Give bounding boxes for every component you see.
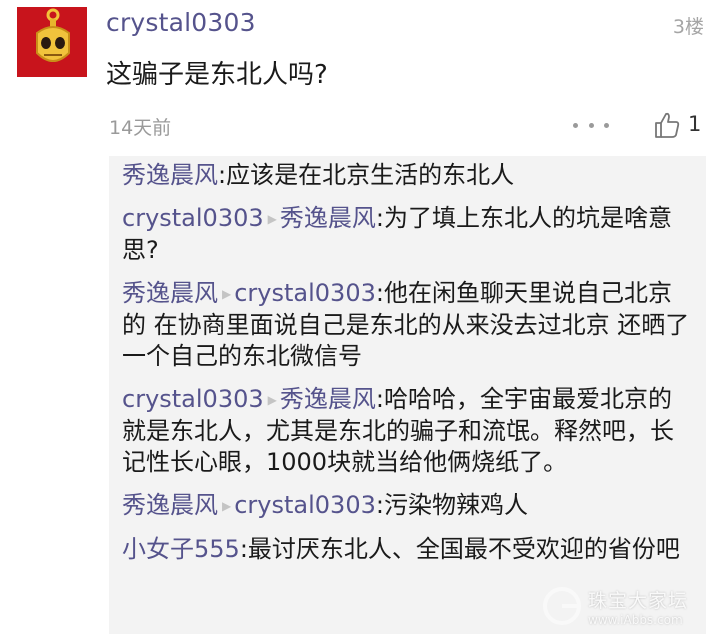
post-time: 14天前 xyxy=(109,117,172,139)
post-username[interactable]: crystal0303 xyxy=(106,8,256,37)
post-content: 这骗子是东北人吗? xyxy=(106,60,328,90)
floor-number: 3楼 xyxy=(672,16,704,38)
reply-author[interactable]: 小女子555 xyxy=(122,535,240,563)
reply-item: crystal0303 ▶ 秀逸晨风:为了填上东北人的坑是啥意思? xyxy=(122,203,692,266)
reply-arrow-icon: ▶ xyxy=(222,287,232,301)
watermark-logo-icon xyxy=(543,587,581,625)
watermark-text: 珠宝大家坛 xyxy=(588,589,689,612)
reply-item: 小女子555:最讨厌东北人、全国最不受欢迎的省份吧 xyxy=(122,534,692,565)
like-count: 1 xyxy=(688,112,702,136)
reply-arrow-icon: ▶ xyxy=(267,393,277,407)
reply-target[interactable]: 秀逸晨风 xyxy=(280,385,376,413)
reply-target[interactable]: crystal0303 xyxy=(234,491,376,519)
reply-arrow-icon: ▶ xyxy=(222,499,232,513)
reply-item: 秀逸晨风 ▶ crystal0303:他在闲鱼聊天里说自己北京的 在协商里面说自己是… xyxy=(122,278,692,372)
watermark: 珠宝大家坛 www.iAbbs.com xyxy=(540,578,720,634)
reply-arrow-icon: ▶ xyxy=(267,212,277,226)
reply-item: 秀逸晨风:应该是在北京生活的东北人 xyxy=(122,160,692,191)
reply-author[interactable]: 秀逸晨风 xyxy=(122,161,218,189)
reply-author[interactable]: 秀逸晨风 xyxy=(122,279,218,307)
dot xyxy=(573,122,578,128)
reply-target[interactable]: 秀逸晨风 xyxy=(280,204,376,232)
reply-item: 秀逸晨风 ▶ crystal0303:污染物辣鸡人 xyxy=(122,490,692,522)
thumbs-up-icon[interactable] xyxy=(653,111,681,139)
more-dots-icon[interactable] xyxy=(573,118,609,132)
reply-text: :最讨厌东北人、全国最不受欢迎的省份吧 xyxy=(239,535,680,563)
avatar[interactable] xyxy=(17,7,87,77)
reply-item: crystal0303 ▶ 秀逸晨风:哈哈哈，全宇宙最爱北京的就是东北人，尤其是东北… xyxy=(122,384,692,478)
watermark-url: www.iAbbs.com xyxy=(588,612,683,627)
reply-author[interactable]: 秀逸晨风 xyxy=(122,491,218,519)
reply-text: :污染物辣鸡人 xyxy=(375,491,528,519)
reply-list: 秀逸晨风:应该是在北京生活的东北人 crystal0303 ▶ 秀逸晨风:为了填上东… xyxy=(109,156,706,634)
reply-author[interactable]: crystal0303 xyxy=(122,204,264,232)
dot xyxy=(604,122,609,128)
reply-author[interactable]: crystal0303 xyxy=(122,385,264,413)
reply-text: :应该是在北京生活的东北人 xyxy=(218,161,515,189)
reply-target[interactable]: crystal0303 xyxy=(234,279,376,307)
dot xyxy=(588,122,594,128)
